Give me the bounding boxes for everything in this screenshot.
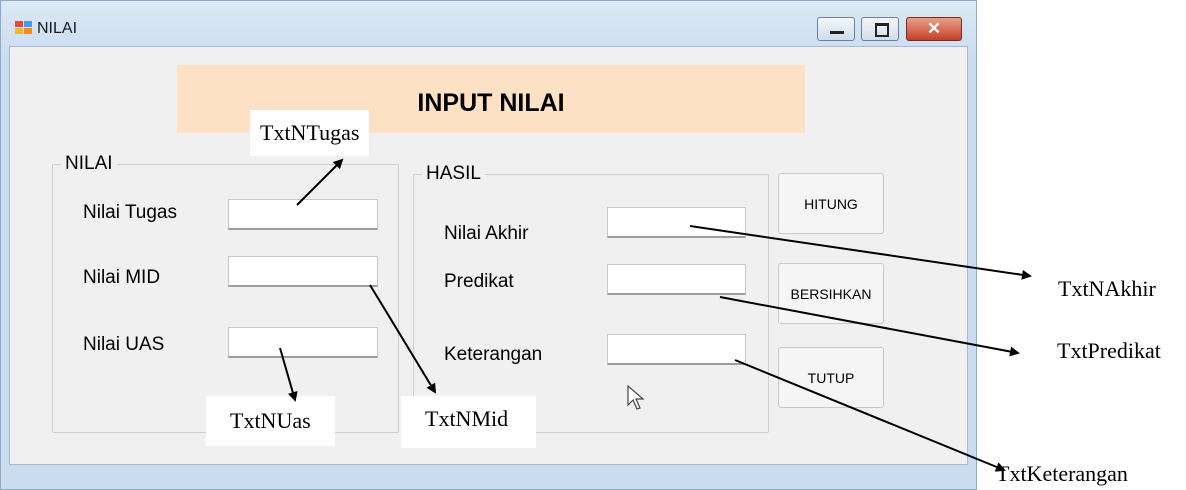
close-icon: ✕ bbox=[926, 19, 942, 38]
close-button[interactable]: ✕ bbox=[906, 17, 962, 41]
maximize-button[interactable] bbox=[861, 17, 899, 41]
app-icon bbox=[15, 21, 33, 35]
window-title: NILAI bbox=[37, 20, 78, 37]
minimize-icon bbox=[830, 31, 844, 34]
txt-nuas-input[interactable] bbox=[228, 327, 378, 358]
nilai-akhir-label: Nilai Akhir bbox=[444, 223, 529, 244]
hasil-group-label: HASIL bbox=[422, 163, 485, 185]
txtnmid-annotation: TxtNMid bbox=[401, 396, 537, 448]
maximize-icon bbox=[875, 23, 889, 37]
txtpredikat-annotation: TxtPredikat bbox=[1057, 338, 1161, 363]
nilai-uas-label: Nilai UAS bbox=[83, 334, 165, 355]
txtntugas-annotation: TxtNTugas bbox=[250, 110, 370, 156]
txt-predikat-input[interactable] bbox=[607, 264, 746, 295]
nilai-mid-label: Nilai MID bbox=[83, 267, 161, 288]
mouse-cursor-icon bbox=[627, 385, 645, 410]
predikat-label: Predikat bbox=[444, 271, 514, 292]
txtnakhir-annotation: TxtNAkhir bbox=[1058, 276, 1156, 301]
keterangan-label: Keterangan bbox=[444, 344, 543, 365]
minimize-button[interactable] bbox=[817, 17, 855, 41]
txt-ntugas-input[interactable] bbox=[228, 199, 378, 230]
nilai-group-label: NILAI bbox=[61, 153, 117, 175]
txtketerangan-annotation: TxtKeterangan bbox=[996, 461, 1128, 486]
txt-keterangan-input[interactable] bbox=[607, 334, 746, 365]
txt-nakhir-input[interactable] bbox=[607, 207, 746, 238]
bersihkan-button[interactable]: BERSIHKAN bbox=[778, 263, 884, 324]
nilai-tugas-label: Nilai Tugas bbox=[83, 202, 177, 223]
title-bar[interactable]: NILAI ✕ bbox=[1, 1, 976, 41]
tutup-button[interactable]: TUTUP bbox=[778, 347, 884, 408]
txt-nmid-input[interactable] bbox=[228, 256, 378, 287]
txtnuas-annotation: TxtNUas bbox=[206, 396, 335, 446]
hitung-button[interactable]: HITUNG bbox=[778, 173, 884, 234]
